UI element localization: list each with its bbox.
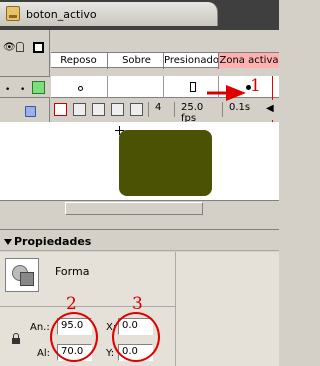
elapsed-time: 0.1s [222, 102, 256, 117]
annotation-number-2: 2 [66, 294, 77, 314]
frame-divider [163, 76, 164, 98]
keyframe-end-icon[interactable] [190, 82, 196, 92]
constrain-proportions-lock-icon[interactable] [12, 333, 20, 344]
divider [175, 252, 176, 366]
scrollbar-thumb[interactable] [65, 202, 203, 215]
panel-gap [0, 216, 279, 230]
stage-horizontal-scrollbar[interactable] [0, 200, 279, 216]
onion-skin-icon[interactable] [73, 103, 86, 116]
frame-label-over: Sobre [122, 55, 151, 66]
scroll-left-icon[interactable]: ◀ [266, 103, 274, 114]
frame-rate: 25.0 fps [174, 102, 220, 124]
shape-square-icon [20, 272, 34, 286]
annotation-number-1: 1 [250, 76, 261, 96]
properties-header[interactable]: Propiedades [0, 231, 279, 251]
lock-dot-icon[interactable]: • [20, 85, 25, 95]
y-label: Y: [106, 348, 115, 359]
collapse-triangle-icon[interactable] [4, 239, 12, 245]
annotation-circle-2 [50, 312, 98, 362]
outline-icon[interactable] [33, 42, 44, 53]
fla-document-icon [6, 6, 20, 21]
frame-header: Reposo Sobre Presionado Zona activa [51, 52, 279, 69]
layer-row[interactable]: • • [0, 76, 50, 98]
frame-divider [107, 53, 108, 69]
shape-type-label: Forma [55, 265, 90, 278]
divider [0, 306, 176, 307]
stage[interactable] [0, 122, 279, 200]
layer-column: 👁 • • [0, 30, 50, 122]
onion-outline-icon[interactable] [92, 103, 105, 116]
frame-divider [107, 76, 108, 98]
current-frame: 4 [148, 102, 172, 117]
show-hide-icon[interactable]: 👁 [3, 42, 16, 53]
empty-keyframe-icon[interactable] [78, 86, 83, 91]
layer-outline-color-icon[interactable] [32, 81, 45, 94]
document-tab-label: boton_activo [26, 8, 97, 21]
frame-label-down: Presionado [164, 55, 219, 66]
timeline-panel: 👁 • • Reposo Sobre Presionado Zona activ… [0, 30, 279, 124]
visibility-dot-icon[interactable]: • [5, 85, 10, 95]
center-frame-icon[interactable] [54, 103, 67, 116]
annotation-number-3: 3 [132, 294, 143, 314]
edit-multiple-frames-icon[interactable] [111, 103, 124, 116]
delete-layer-icon[interactable] [25, 106, 36, 117]
height-label: Al: [37, 348, 50, 359]
hit-area-shape[interactable] [119, 130, 212, 196]
properties-title: Propiedades [14, 235, 92, 248]
frame-label-up: Reposo [60, 55, 97, 66]
document-tab[interactable]: boton_activo [0, 2, 218, 26]
shape-type-icon [5, 258, 39, 292]
lock-icon[interactable] [16, 42, 24, 52]
document-tab-strip: boton_activo [0, 0, 279, 30]
frame-label-hit: Zona activa [219, 53, 279, 68]
width-label: An.: [30, 322, 50, 333]
properties-panel: Forma An.: 95.0 X: 0.0 Al: 70.0 Y: 0.0 2… [0, 252, 279, 366]
onion-markers-icon[interactable] [130, 103, 143, 116]
annotation-circle-3 [112, 312, 160, 362]
